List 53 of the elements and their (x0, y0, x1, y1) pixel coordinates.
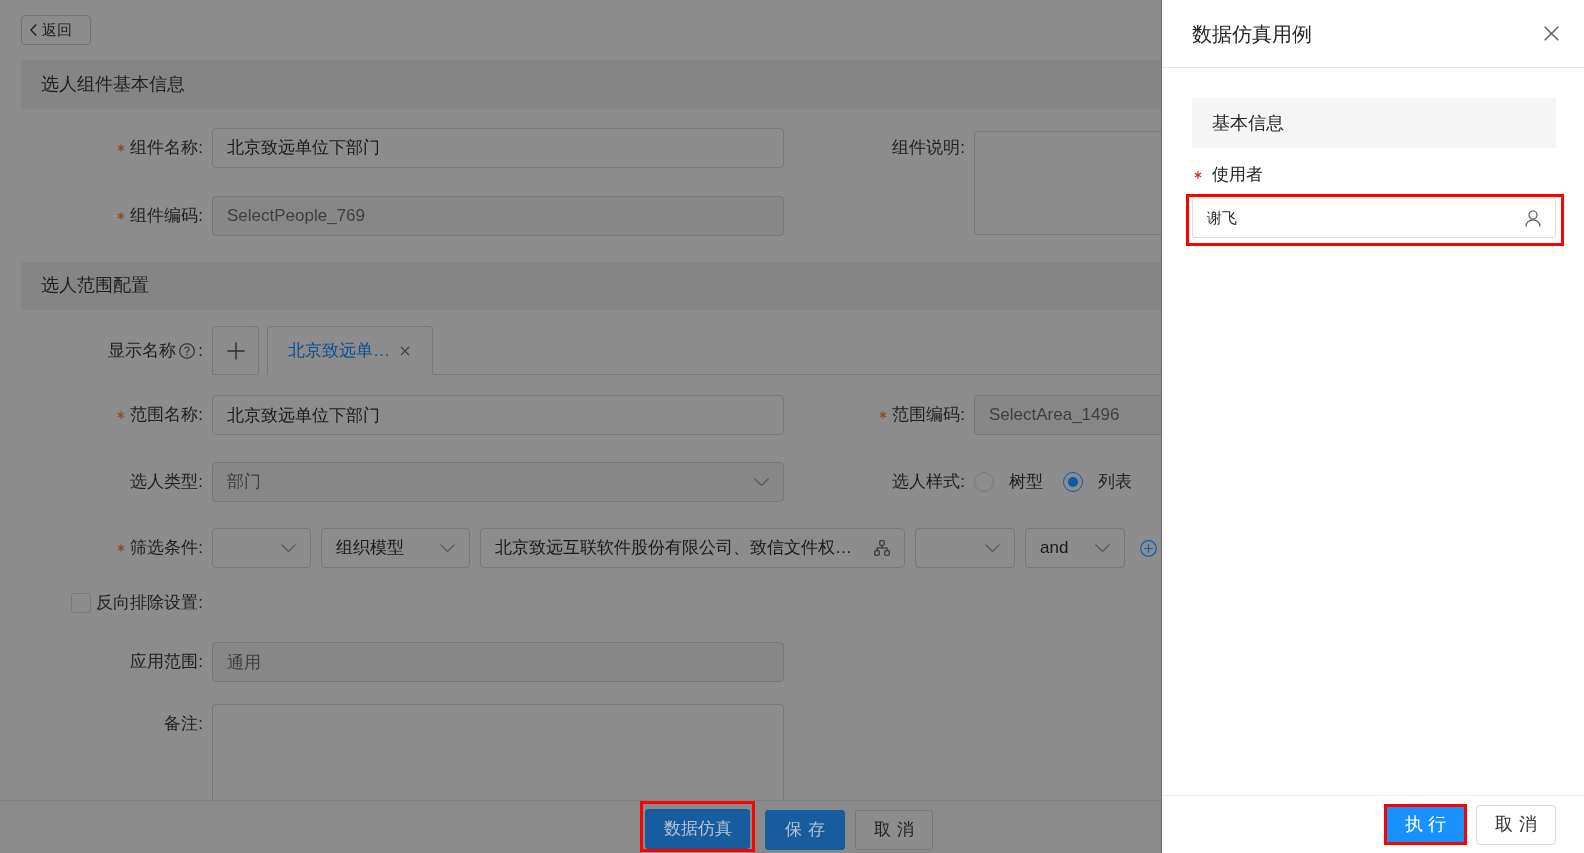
add-tab-button[interactable] (212, 326, 259, 375)
textarea-field[interactable] (212, 704, 784, 800)
field-label: 应用范围: (130, 651, 203, 674)
close-icon (1544, 26, 1559, 41)
field-label: 组件说明: (892, 137, 965, 160)
field-label: 使用者 (1212, 164, 1263, 187)
add-circle-icon[interactable] (1140, 539, 1157, 557)
field-label: 选人样式: (892, 471, 965, 494)
field-label: 范围名称: (130, 404, 203, 427)
section-header: 选人组件基本信息 (21, 60, 1161, 109)
chevron-down-icon (1095, 544, 1110, 552)
help-icon[interactable] (179, 342, 196, 359)
section-header: 选人范围配置 (21, 262, 1161, 310)
close-icon[interactable] (400, 345, 410, 356)
close-button[interactable] (1544, 26, 1559, 41)
field-label: 选人类型: (130, 471, 203, 494)
footer-button[interactable]: 数据仿真 (645, 809, 750, 849)
radio-button[interactable] (1063, 472, 1083, 492)
select-field[interactable]: 组织模型 (321, 528, 470, 568)
section-header: 基本信息 (1192, 98, 1556, 148)
text-input[interactable]: 北京致远单位下部门 (212, 128, 784, 168)
field-label: 显示名称 (108, 339, 177, 362)
label-colon: : (198, 339, 203, 362)
chevron-down-icon (281, 544, 296, 552)
chevron-down-icon (985, 544, 1000, 552)
select-field[interactable] (915, 528, 1015, 568)
user-icon[interactable] (1525, 209, 1541, 227)
hierarchy-icon[interactable] (874, 540, 890, 556)
drawer-title: 数据仿真用例 (1192, 21, 1312, 47)
chevron-down-icon (440, 544, 455, 552)
textarea-field[interactable] (974, 131, 1161, 235)
radio-label: 列表 (1098, 471, 1132, 494)
footer-button[interactable]: 取消 (855, 810, 933, 850)
field-label: 备注: (164, 713, 203, 736)
field-label: 组件名称: (130, 137, 203, 160)
field-label: 组件编码: (130, 205, 203, 228)
radio-label: 树型 (1009, 471, 1043, 494)
tab[interactable]: 北京致远单… (267, 326, 433, 375)
back-button[interactable]: 返回 (21, 15, 91, 45)
checkbox-label: 反向排除设置: (96, 592, 203, 615)
select-field[interactable]: and (1025, 528, 1125, 568)
picker-field[interactable]: 北京致远互联软件股份有限公司、致信文件权… (480, 528, 905, 568)
footer-button[interactable]: 保存 (765, 810, 845, 850)
drawer-button[interactable]: 取消 (1476, 804, 1556, 845)
chevron-left-icon (30, 24, 37, 36)
field-label: 范围编码: (892, 404, 965, 427)
user-field[interactable]: 谢飞 (1192, 198, 1556, 238)
drawer-button[interactable]: 执行 (1387, 807, 1464, 842)
select-field[interactable] (212, 528, 311, 568)
field-label: 筛选条件: (130, 537, 203, 560)
text-input[interactable]: 北京致远单位下部门 (212, 395, 784, 435)
plus-icon (226, 341, 245, 360)
chevron-down-icon (754, 478, 769, 486)
